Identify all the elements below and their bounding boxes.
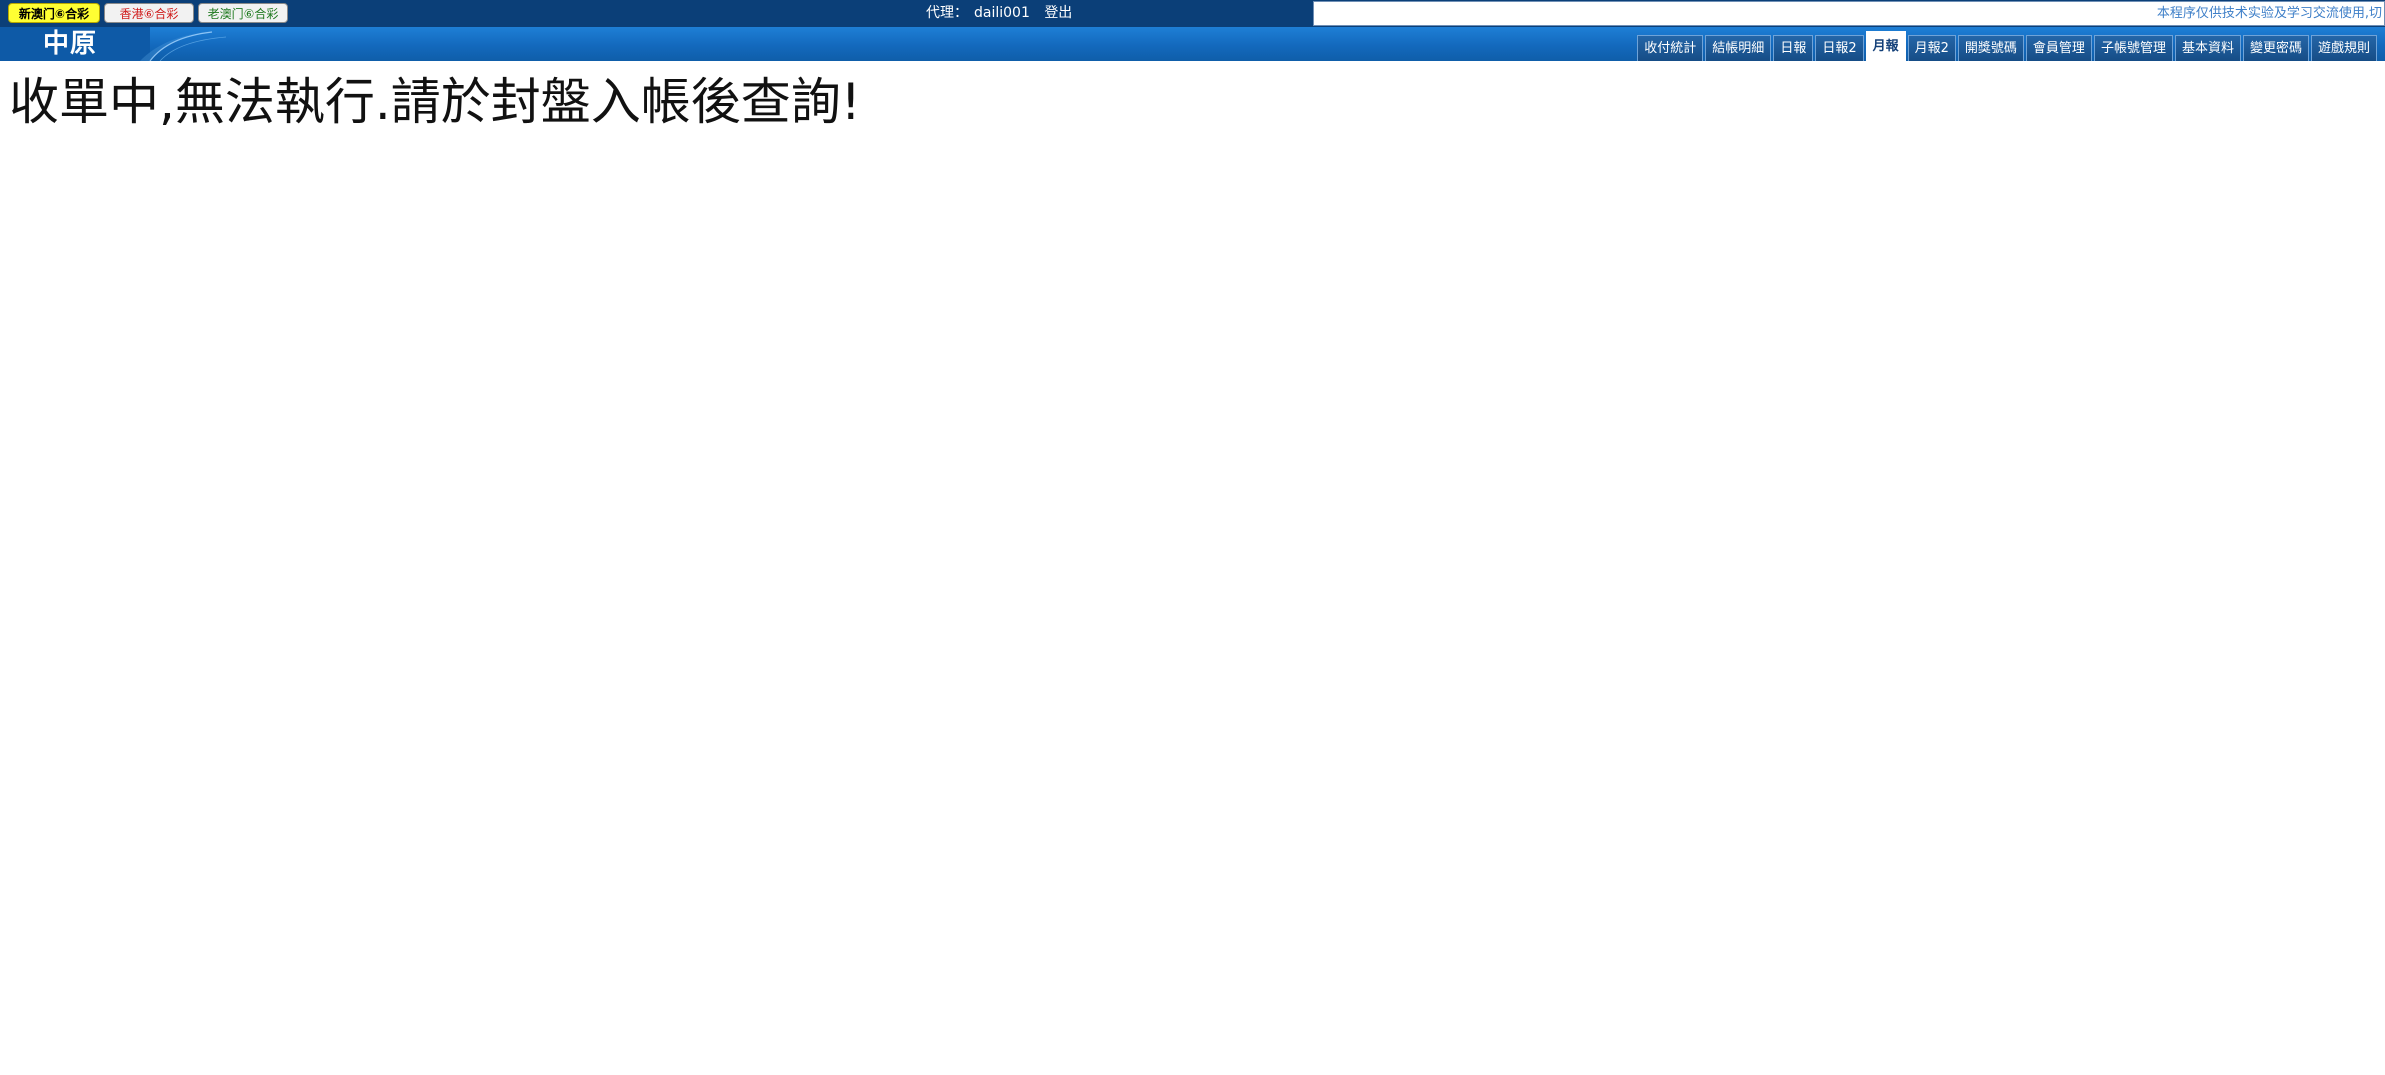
- lottery-tab-old-macau[interactable]: 老澳门⑥合彩: [198, 3, 288, 23]
- tab-settlement-details[interactable]: 結帳明細: [1705, 35, 1772, 61]
- tab-draw-results[interactable]: 開獎號碼: [1957, 35, 2024, 61]
- nav-bar: 中原 收付統計 結帳明細 日報 日報2 月報 月報2 開獎號碼 會員管理 子帳號…: [0, 27, 2385, 61]
- status-message: 收單中,無法執行.請於封盤入帳後查詢!: [9, 73, 861, 131]
- tab-payment-stats[interactable]: 收付統計: [1637, 35, 1704, 61]
- notice-text: 本程序仅供技术实验及学习交流使用,切: [2156, 6, 2382, 21]
- notice-marquee: 本程序仅供技术实验及学习交流使用,切: [1313, 1, 2385, 26]
- logout-link[interactable]: 登出: [1044, 5, 1072, 21]
- user-info: 代理： daili001 登出: [926, 0, 1078, 27]
- agent-name: daili001: [974, 5, 1030, 21]
- tab-basic-info[interactable]: 基本資料: [2174, 35, 2241, 61]
- agent-label: 代理：: [926, 5, 968, 21]
- top-bar: 新澳门⑥合彩 香港⑥合彩 老澳门⑥合彩 代理： daili001 登出 本程序仅供…: [0, 0, 2385, 27]
- brand-swoosh-icon: [0, 27, 227, 61]
- tab-sub-account-management[interactable]: 子帳號管理: [2093, 35, 2173, 61]
- lottery-tab-hong-kong[interactable]: 香港⑥合彩: [104, 3, 194, 23]
- lottery-tab-new-macau[interactable]: 新澳门⑥合彩: [8, 3, 100, 23]
- tab-daily-report[interactable]: 日報: [1773, 35, 1814, 61]
- brand-logo: 中原: [0, 27, 230, 61]
- tab-change-password[interactable]: 變更密碼: [2242, 35, 2309, 61]
- tab-game-rules[interactable]: 遊戲規則: [2310, 35, 2377, 61]
- nav-tabs: 收付統計 結帳明細 日報 日報2 月報 月報2 開獎號碼 會員管理 子帳號管理 …: [1635, 31, 2377, 61]
- tab-daily-report-2[interactable]: 日報2: [1815, 35, 1864, 61]
- tab-member-management[interactable]: 會員管理: [2025, 35, 2092, 61]
- tab-monthly-report[interactable]: 月報: [1865, 31, 1906, 61]
- tab-monthly-report-2[interactable]: 月報2: [1907, 35, 1956, 61]
- brand-name: 中原: [43, 29, 98, 59]
